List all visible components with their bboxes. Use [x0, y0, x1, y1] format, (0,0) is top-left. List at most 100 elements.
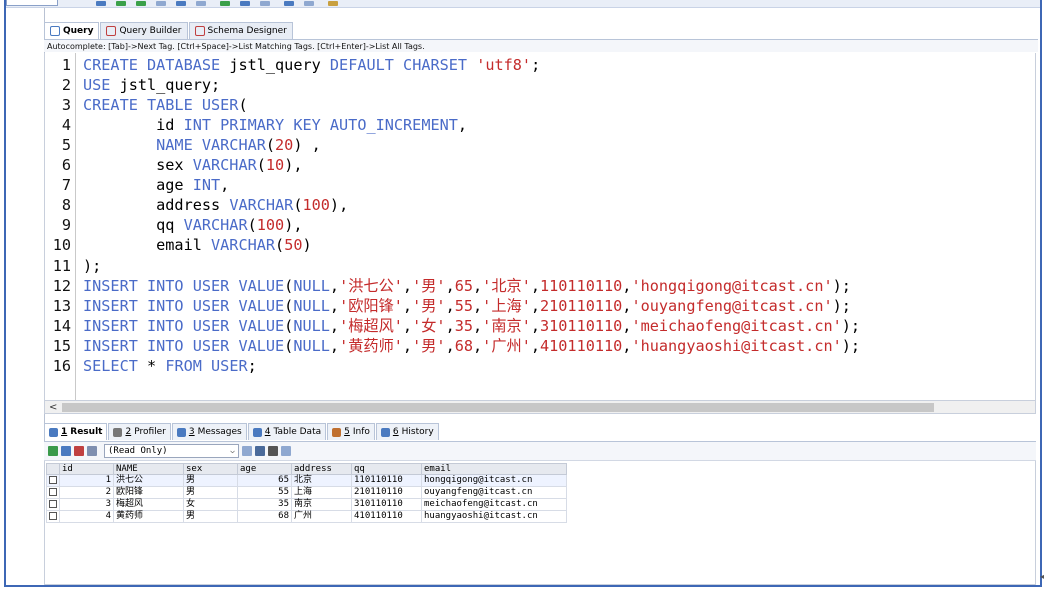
code-line[interactable]: 14 INSERT INTO USER VALUE(NULL,'梅超风','女',…: [45, 316, 860, 336]
result-tab-table-data[interactable]: 4 Table Data: [247, 423, 327, 440]
code-line[interactable]: 5 NAME VARCHAR(20) ,: [45, 135, 321, 155]
toolbar-table-icon[interactable]: [156, 1, 166, 6]
delete-row-icon[interactable]: [268, 446, 278, 456]
cell-address[interactable]: 北京: [291, 474, 352, 487]
cell-age[interactable]: 65: [237, 474, 292, 487]
column-header-age[interactable]: age: [237, 463, 292, 475]
cell-id[interactable]: 3: [59, 498, 114, 511]
editor-horizontal-scrollbar[interactable]: <: [44, 400, 1036, 414]
cell-address[interactable]: 上海: [291, 486, 352, 499]
cell-sex[interactable]: 男: [183, 486, 238, 499]
cell-email[interactable]: hongqigong@itcast.cn: [421, 474, 567, 487]
column-header-address[interactable]: address: [291, 463, 352, 475]
code-line[interactable]: 2 USE jstl_query;: [45, 75, 220, 95]
cell-name[interactable]: 梅超风: [113, 498, 184, 511]
scrollbar-thumb[interactable]: [62, 403, 934, 412]
cell-qq[interactable]: 110110110: [351, 474, 422, 487]
toolbar-new-query-icon[interactable]: [176, 1, 186, 6]
row-checkbox[interactable]: [49, 475, 57, 484]
cell-qq[interactable]: 210110110: [351, 486, 422, 499]
cell-qq[interactable]: 410110110: [351, 510, 422, 523]
cell-id[interactable]: 4: [59, 510, 114, 523]
result-form-view-icon[interactable]: [74, 446, 84, 456]
database-selector[interactable]: [6, 0, 58, 6]
result-text-view-icon[interactable]: [87, 446, 97, 456]
toolbar-settings-icon[interactable]: [328, 1, 338, 6]
code-line[interactable]: 4 id INT PRIMARY KEY AUTO_INCREMENT,: [45, 115, 467, 135]
code-line[interactable]: 8 address VARCHAR(100),: [45, 195, 348, 215]
result-tab-history[interactable]: 6 History: [375, 423, 439, 440]
toolbar-export-icon[interactable]: [260, 1, 270, 6]
code-line[interactable]: 9 qq VARCHAR(100),: [45, 215, 303, 235]
cell-email[interactable]: ouyangfeng@itcast.cn: [421, 486, 567, 499]
code-line[interactable]: 11);: [45, 256, 102, 276]
result-tab-number: 5: [344, 427, 350, 437]
result-grid[interactable]: id NAME sex age address qq email 1 洪七公男 65 北京 1101…: [46, 463, 567, 523]
code-line[interactable]: 6 sex VARCHAR(10),: [45, 155, 303, 175]
table-row[interactable]: 1 洪七公男 65 北京 110110110 hongqigong@itcast.cn: [46, 474, 567, 487]
result-grid-view-icon[interactable]: [61, 446, 71, 456]
toolbar-refresh-icon[interactable]: [136, 1, 146, 6]
save-changes-icon[interactable]: [255, 446, 265, 456]
toolbar-execute-icon[interactable]: [96, 1, 106, 6]
toolbar-backup-icon[interactable]: [220, 1, 230, 6]
result-tab-info[interactable]: 5 Info: [327, 423, 375, 440]
scroll-left-arrow-icon[interactable]: <: [49, 401, 57, 414]
toolbar-execute-all-icon[interactable]: [116, 1, 126, 6]
result-tab-profiler[interactable]: 2 Profiler: [108, 423, 171, 440]
result-mode-select[interactable]: (Read Only) ⌵: [104, 444, 239, 458]
cell-sex[interactable]: 女: [183, 498, 238, 511]
refresh-result-icon[interactable]: [281, 446, 291, 456]
table-row[interactable]: 2 欧阳锋男 55 上海 210110110 ouyangfeng@itcast.cn: [46, 486, 567, 499]
code-line[interactable]: 16 SELECT * FROM USER;: [45, 356, 257, 376]
result-tab-result[interactable]: 1 Result: [44, 423, 108, 440]
toolbar-schema-icon[interactable]: [196, 1, 206, 6]
cell-address[interactable]: 广州: [291, 510, 352, 523]
row-checkbox[interactable]: [49, 487, 57, 496]
cell-sex[interactable]: 男: [183, 474, 238, 487]
insert-row-icon[interactable]: [242, 446, 252, 456]
result-tab-messages[interactable]: 3 Messages: [171, 423, 247, 440]
toolbar-tools-icon[interactable]: [304, 1, 314, 6]
editor-tab-schema-designer[interactable]: Schema Designer: [188, 22, 293, 39]
code-line[interactable]: 1 CREATE DATABASE jstl_query DEFAULT CHAR…: [45, 55, 540, 75]
cell-sex[interactable]: 男: [183, 510, 238, 523]
toolbar-import-icon[interactable]: [240, 1, 250, 6]
column-header-name[interactable]: NAME: [113, 463, 184, 475]
editor-tab-query[interactable]: Query: [44, 22, 100, 39]
cell-age[interactable]: 35: [237, 498, 292, 511]
table-row[interactable]: 3 梅超风女 35 南京 310110110 meichaofeng@itcast.cn: [46, 498, 567, 511]
column-header-qq[interactable]: qq: [351, 463, 422, 475]
row-checkbox[interactable]: [49, 511, 57, 520]
sql-text: ,: [445, 316, 455, 335]
cell-name[interactable]: 黄药师: [113, 510, 184, 523]
cell-id[interactable]: 2: [59, 486, 114, 499]
code-line[interactable]: 10 email VARCHAR(50): [45, 235, 312, 255]
cell-qq[interactable]: 310110110: [351, 498, 422, 511]
cell-age[interactable]: 68: [237, 510, 292, 523]
code-line[interactable]: 15 INSERT INTO USER VALUE(NULL,'黄药师','男',…: [45, 336, 860, 356]
cell-email[interactable]: huangyaoshi@itcast.cn: [421, 510, 567, 523]
code-line[interactable]: 3 CREATE TABLE USER(: [45, 95, 248, 115]
code-line[interactable]: 12 INSERT INTO USER VALUE(NULL,'洪七公','男',…: [45, 276, 851, 296]
code-line[interactable]: 7 age INT,: [45, 175, 229, 195]
resize-handle-icon[interactable]: ◂: [1040, 572, 1044, 581]
column-header-sex[interactable]: sex: [183, 463, 238, 475]
toolbar-sync-icon[interactable]: [284, 1, 294, 6]
column-header-id[interactable]: id: [59, 463, 114, 475]
cell-id[interactable]: 1: [59, 474, 114, 487]
code-text: );: [83, 256, 101, 276]
code-line[interactable]: 13 INSERT INTO USER VALUE(NULL,'欧阳锋','男',…: [45, 296, 851, 316]
cell-email[interactable]: meichaofeng@itcast.cn: [421, 498, 567, 511]
export-result-icon[interactable]: [48, 446, 58, 456]
sql-editor[interactable]: 1 CREATE DATABASE jstl_query DEFAULT CHAR…: [44, 53, 1036, 401]
cell-age[interactable]: 55: [237, 486, 292, 499]
object-browser-pane[interactable]: [6, 8, 45, 585]
cell-name[interactable]: 欧阳锋: [113, 486, 184, 499]
cell-address[interactable]: 南京: [291, 498, 352, 511]
row-checkbox[interactable]: [49, 499, 57, 508]
editor-tab-query-builder[interactable]: Query Builder: [100, 22, 188, 39]
column-header-email[interactable]: email: [421, 463, 567, 475]
cell-name[interactable]: 洪七公: [113, 474, 184, 487]
table-row[interactable]: 4 黄药师男 68 广州 410110110 huangyaoshi@itcast.cn: [46, 510, 567, 523]
